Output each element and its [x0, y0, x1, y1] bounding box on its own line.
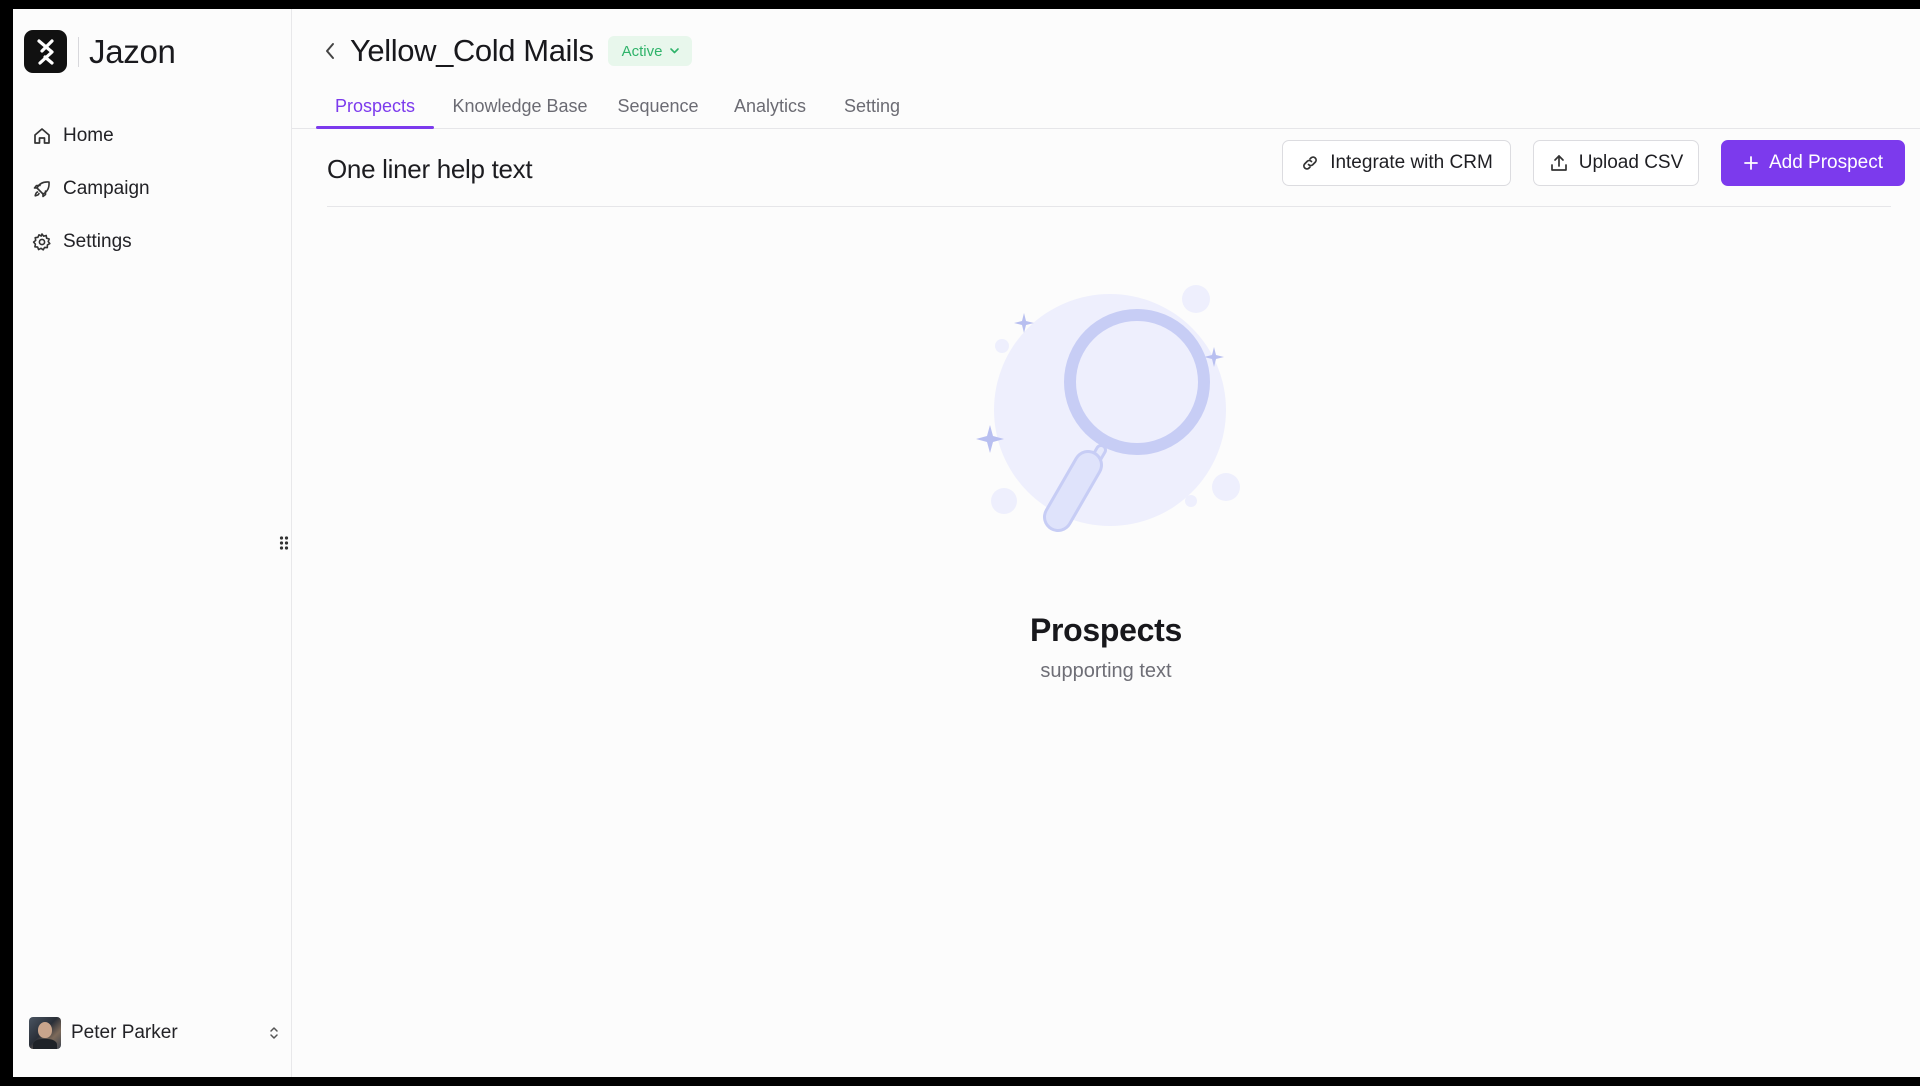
sidebar: Jazon Home Campaign Settings Peter Parke… — [13, 9, 292, 1077]
add-prospect-label: Add Prospect — [1768, 152, 1884, 173]
link-icon — [1300, 153, 1320, 173]
chevron-up-down-icon — [267, 1024, 281, 1042]
magnifier-illustration-icon — [974, 265, 1264, 555]
status-label: Active — [621, 42, 663, 60]
tab-analytics[interactable]: Analytics — [722, 85, 818, 128]
plus-icon — [1743, 155, 1759, 171]
tab-knowledge-base[interactable]: Knowledge Base — [446, 85, 594, 128]
app-window: Jazon Home Campaign Settings Peter Parke… — [13, 9, 1920, 1077]
upload-csv-button[interactable]: Upload CSV — [1533, 140, 1699, 186]
avatar — [29, 1017, 61, 1049]
jazon-logo-icon[interactable] — [24, 30, 67, 73]
chevron-down-icon — [669, 47, 680, 55]
page-header: Yellow_Cold Mails Active — [316, 33, 693, 69]
chevron-left-icon — [326, 43, 334, 59]
page-title: Yellow_Cold Mails — [350, 33, 594, 68]
help-text: One liner help text — [327, 154, 533, 184]
brand-divider — [78, 36, 79, 67]
main-content: Yellow_Cold Mails Active Prospects Knowl… — [292, 9, 1920, 1077]
brand: Jazon — [24, 30, 176, 73]
empty-state-subtitle: supporting text — [1040, 660, 1172, 682]
gear-icon — [31, 231, 53, 253]
sidebar-item-campaign[interactable]: Campaign — [31, 169, 271, 209]
upload-icon — [1549, 153, 1569, 173]
sidebar-resize-handle-icon[interactable] — [278, 534, 290, 556]
upload-csv-label: Upload CSV — [1578, 152, 1684, 173]
tab-bar: Prospects Knowledge Base Sequence Analyt… — [292, 85, 1920, 129]
sidebar-item-label: Settings — [63, 231, 132, 252]
home-icon — [31, 125, 53, 147]
sidebar-item-settings[interactable]: Settings — [31, 222, 271, 262]
sidebar-item-label: Campaign — [63, 178, 150, 199]
user-name: Peter Parker — [71, 1022, 178, 1043]
integrate-crm-button[interactable]: Integrate with CRM — [1282, 140, 1511, 186]
empty-state-title: Prospects — [1029, 612, 1183, 648]
integrate-crm-label: Integrate with CRM — [1330, 152, 1493, 173]
sidebar-nav: Home Campaign Settings — [31, 116, 271, 275]
back-button[interactable] — [316, 37, 344, 65]
status-badge[interactable]: Active — [607, 36, 693, 66]
rocket-icon — [31, 178, 53, 200]
add-prospect-button[interactable]: Add Prospect — [1721, 140, 1905, 186]
brand-name: Jazon — [89, 32, 176, 70]
sidebar-item-label: Home — [63, 125, 114, 146]
toolbar: One liner help text Integrate with CRM U… — [327, 140, 1905, 207]
tab-setting[interactable]: Setting — [832, 85, 912, 128]
user-menu[interactable]: Peter Parker — [29, 1015, 281, 1051]
tab-sequence[interactable]: Sequence — [608, 85, 708, 128]
sidebar-item-home[interactable]: Home — [31, 116, 271, 156]
tab-prospects[interactable]: Prospects — [316, 85, 434, 129]
